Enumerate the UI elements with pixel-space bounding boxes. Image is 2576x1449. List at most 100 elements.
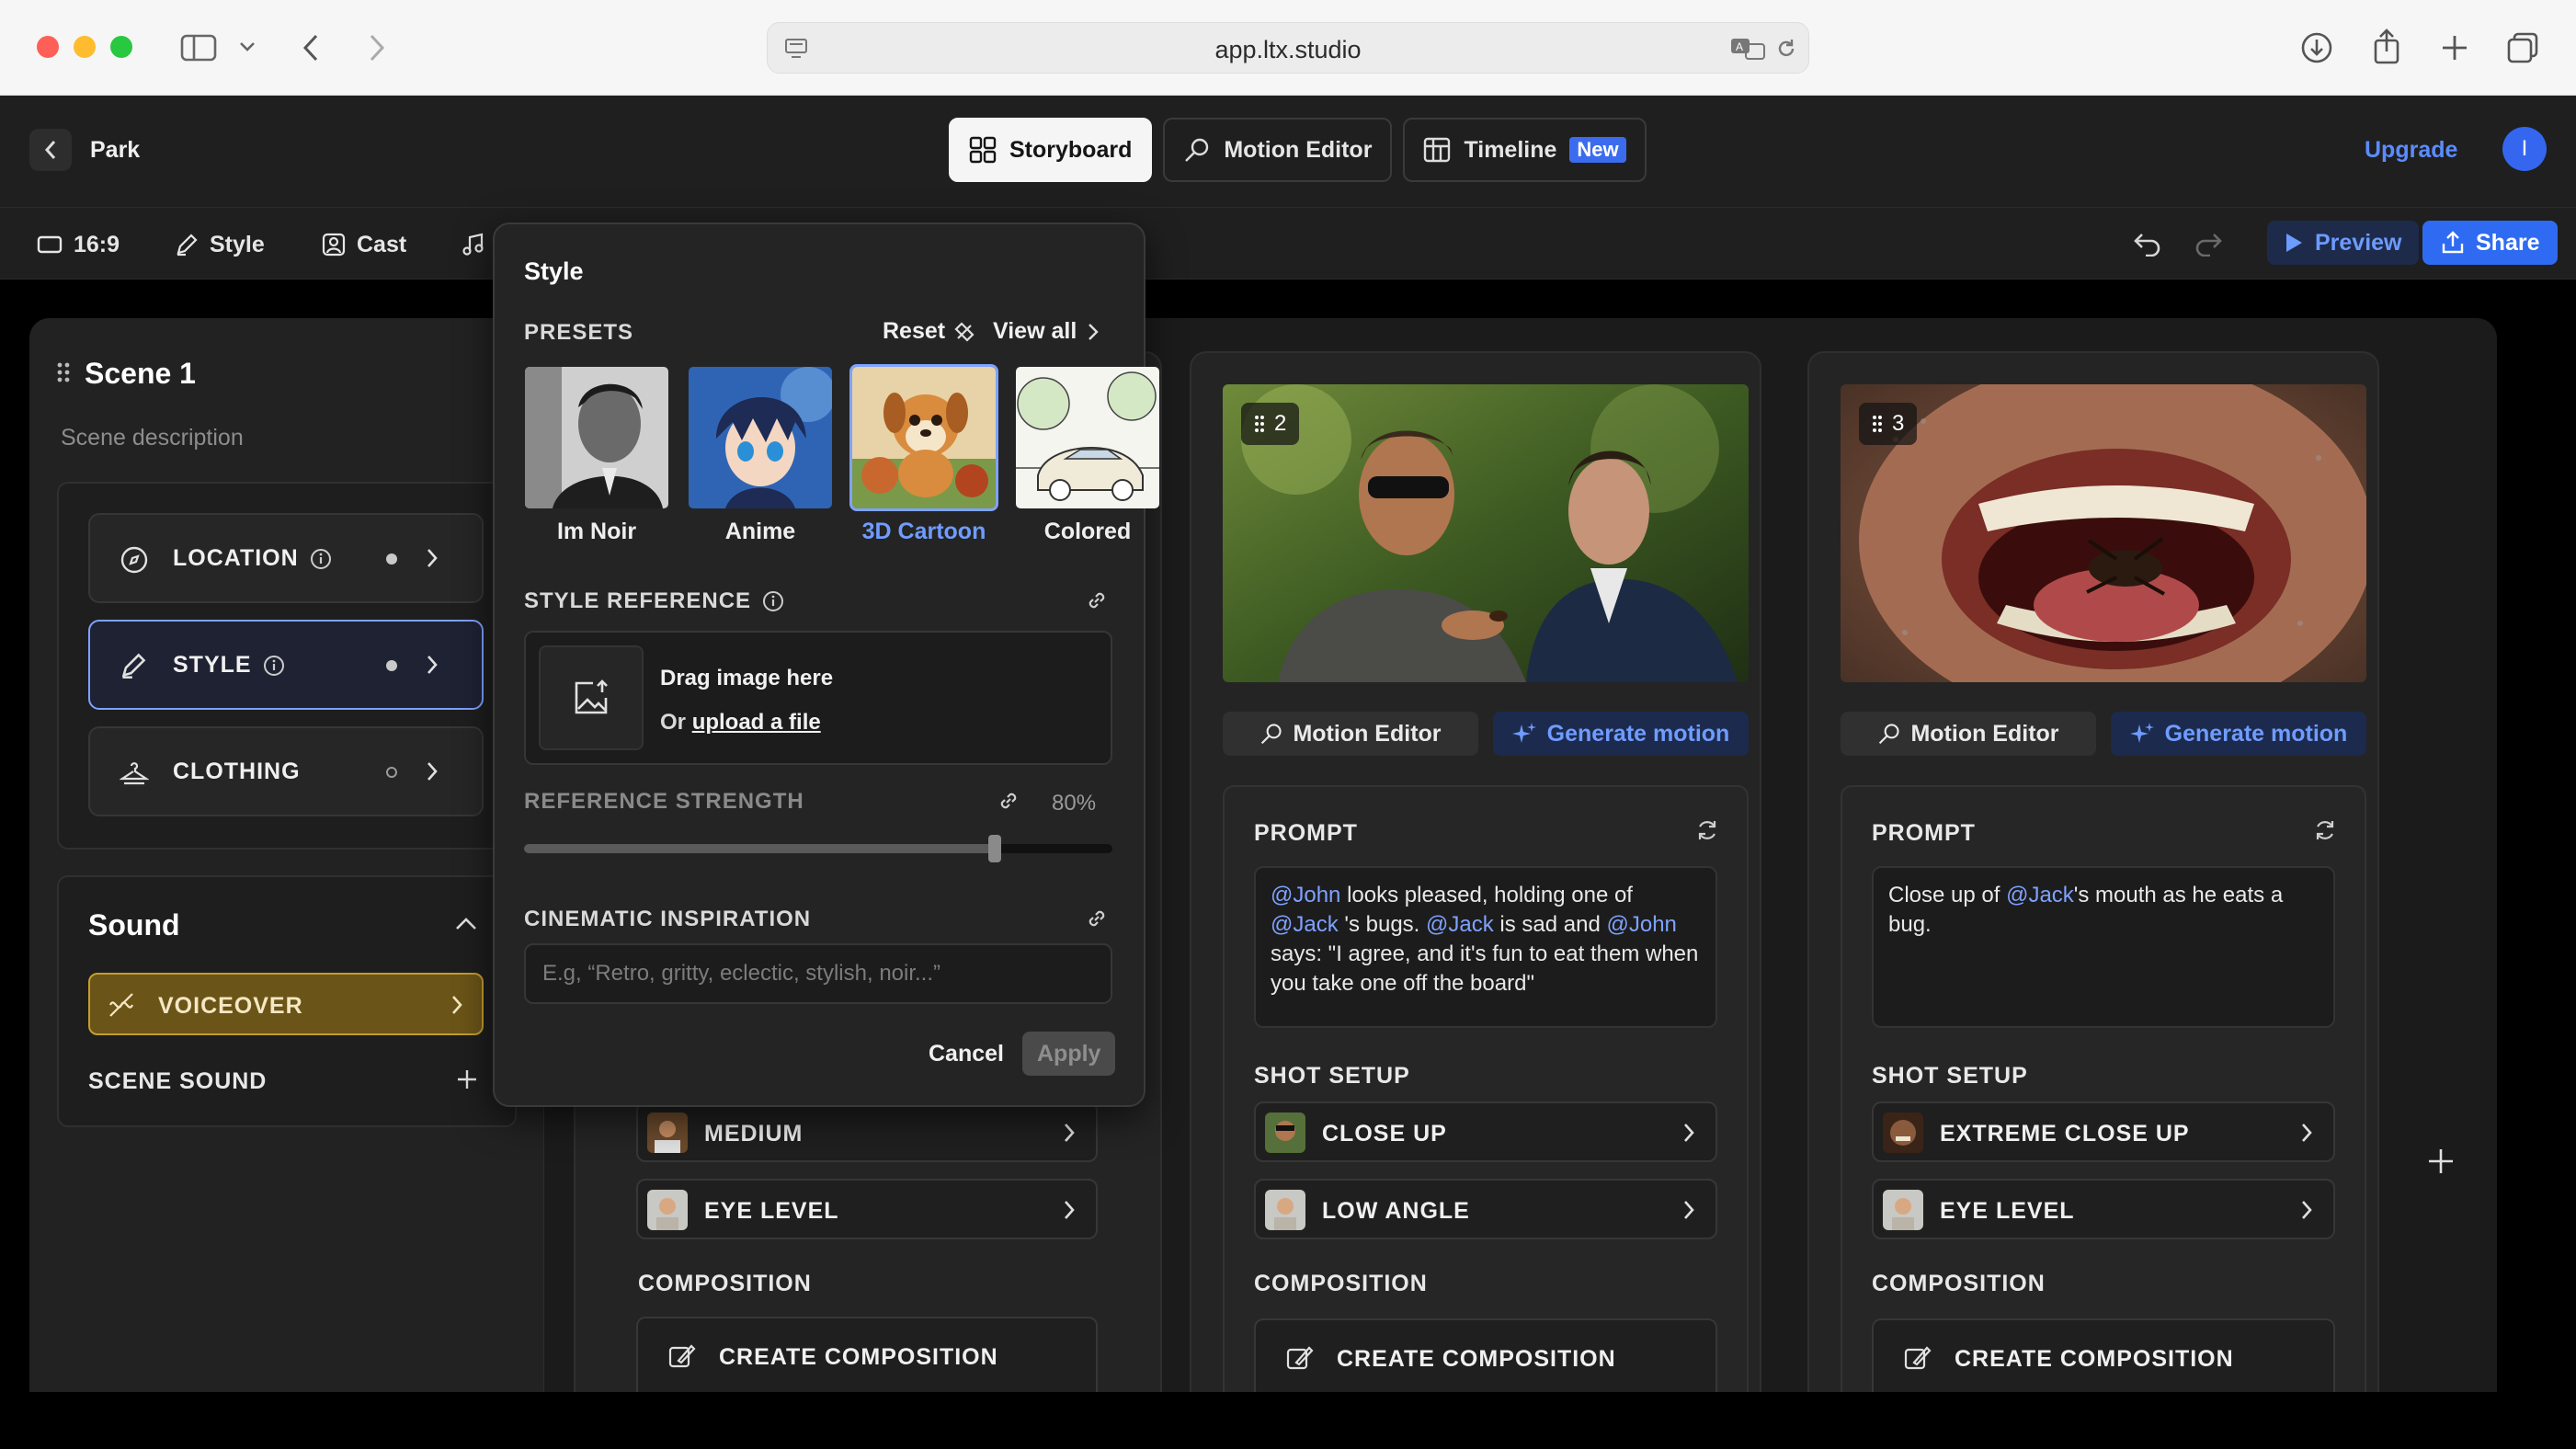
refresh-icon[interactable] [2313,818,2337,842]
link-icon[interactable] [997,789,1020,813]
style-button[interactable]: Style [175,226,265,263]
sidebar-toggle-icon[interactable] [178,31,219,64]
preset-thumbnail [1013,364,1162,511]
preset-anime[interactable]: Anime [686,364,835,545]
refresh-icon[interactable] [1695,818,1719,842]
style-label: Style [210,231,265,257]
slider-thumb[interactable] [988,835,1001,862]
prompt-textarea[interactable]: Close up of @Jack's mouth as he eats a b… [1872,866,2335,1028]
aspect-ratio-icon [37,234,63,255]
cinematic-inspiration-input[interactable] [524,943,1112,1004]
share-button[interactable]: Share [2422,221,2559,265]
undo-icon[interactable] [2131,228,2164,259]
link-icon[interactable] [1085,907,1109,930]
mention-jack[interactable]: @Jack [1271,912,1339,937]
shot-number: 2 [1274,411,1287,436]
tab-motion-editor[interactable]: Motion Editor [1163,118,1393,182]
forward-nav-icon[interactable] [360,29,393,66]
reload-icon[interactable] [1773,36,1799,62]
translate-icon[interactable]: A [1727,34,1768,63]
shot-setup-row[interactable]: CLOSE UP [1254,1101,1717,1162]
redo-icon[interactable] [2192,228,2225,259]
shot-card-3[interactable]: 3 Motion Editor Generate motion PROMPT C… [1807,351,2379,1396]
tab-timeline[interactable]: Timeline New [1403,118,1647,182]
chevron-down-icon[interactable] [237,37,257,57]
shot-thumbnail [1265,1112,1305,1153]
chevron-up-icon[interactable] [450,912,482,936]
shot-card-2[interactable]: 2 Motion Editor Generate motion PROMPT @… [1190,351,1761,1396]
chevron-right-icon [1088,322,1099,342]
reset-button[interactable]: Reset [883,318,976,345]
shot-setup-row[interactable]: EYE LEVEL [1872,1179,2335,1239]
generate-motion-button[interactable]: Generate motion [1493,712,1749,756]
mention-john[interactable]: @John [1271,883,1340,907]
style-option[interactable]: STYLE [88,620,484,710]
voiceover-button[interactable]: VOICEOVER [88,973,484,1035]
brush-icon [120,652,147,679]
generate-motion-button[interactable]: Generate motion [2111,712,2366,756]
preset-colored[interactable]: Colored [1013,364,1162,545]
prompt-textarea[interactable]: @John looks pleased, holding one of @Jac… [1254,866,1717,1028]
location-text: LOCATION [173,545,299,571]
shot-image[interactable]: 3 [1841,384,2366,682]
close-window-button[interactable] [37,36,59,58]
motion-editor-button[interactable]: Motion Editor [1841,712,2096,756]
downloads-icon[interactable] [2298,29,2335,66]
link-icon[interactable] [1085,588,1109,612]
cast-button[interactable]: Cast [322,226,406,263]
preset-thumbnail [686,364,835,511]
mention-jack[interactable]: @Jack [2006,883,2074,907]
preview-button[interactable]: Preview [2267,221,2419,265]
create-composition-button[interactable]: CREATE COMPOSITION [1254,1318,1717,1396]
shot-image[interactable]: 2 [1223,384,1749,682]
presets-text: PRESETS [524,320,634,345]
scene-description[interactable]: Scene description [61,425,244,451]
share-page-icon[interactable] [2368,26,2405,66]
chevron-right-icon [1682,1199,1695,1221]
shot-number-badge[interactable]: 2 [1241,403,1300,445]
shot-setup-row[interactable]: LOW ANGLE [1254,1179,1717,1239]
mention-jack[interactable]: @Jack [1426,912,1494,937]
create-composition-button[interactable]: CREATE COMPOSITION [1872,1318,2335,1396]
new-tab-icon[interactable] [2436,29,2473,66]
shot-number-badge[interactable]: 3 [1859,403,1918,445]
style-reference-dropzone[interactable]: Drag image here Or upload a file [524,631,1112,765]
user-avatar[interactable]: I [2502,127,2547,171]
add-shot-icon[interactable] [2427,1147,2455,1175]
shot-setup-row[interactable]: EXTREME CLOSE UP [1872,1101,2335,1162]
status-dot [386,553,397,565]
minimize-window-button[interactable] [74,36,96,58]
tab-overview-icon[interactable] [2504,29,2541,66]
scene-title[interactable]: Scene 1 [85,357,196,391]
reference-strength-slider[interactable] [524,835,1112,862]
shot-setup-row[interactable]: MEDIUM [636,1101,1098,1162]
view-all-button[interactable]: View all [993,318,1099,345]
drag-handle-icon[interactable] [57,362,70,382]
aspect-ratio-button[interactable]: 16:9 [37,226,120,263]
timeline-grid-icon [1423,136,1451,164]
preset-thumbnail [849,364,998,511]
back-button[interactable] [29,129,72,171]
upgrade-link[interactable]: Upgrade [2365,137,2457,164]
info-icon[interactable] [263,655,285,677]
popover-title: Style [524,257,584,285]
info-icon[interactable] [310,548,332,570]
location-option[interactable]: LOCATION [88,513,484,603]
preset-3d-cartoon[interactable]: 3D Cartoon [849,364,998,545]
add-scene-sound-icon[interactable] [454,1067,480,1092]
cancel-button[interactable]: Cancel [918,1032,1015,1076]
shot-setup-row[interactable]: EYE LEVEL [636,1179,1098,1239]
mention-john[interactable]: @John [1606,912,1676,937]
zoom-window-button[interactable] [110,36,132,58]
music-button[interactable] [462,226,485,263]
tab-storyboard[interactable]: Storyboard [949,118,1153,182]
apply-button[interactable]: Apply [1022,1032,1116,1076]
clothing-option[interactable]: CLOTHING [88,726,484,816]
upload-file-link[interactable]: upload a file [692,710,821,735]
back-nav-icon[interactable] [294,29,327,66]
motion-editor-button[interactable]: Motion Editor [1223,712,1478,756]
preset-noir[interactable]: Im Noir [522,364,671,545]
info-icon[interactable] [762,590,784,612]
create-composition-button[interactable]: CREATE COMPOSITION [636,1317,1098,1394]
address-bar[interactable]: app.ltx.studio A [767,22,1809,74]
